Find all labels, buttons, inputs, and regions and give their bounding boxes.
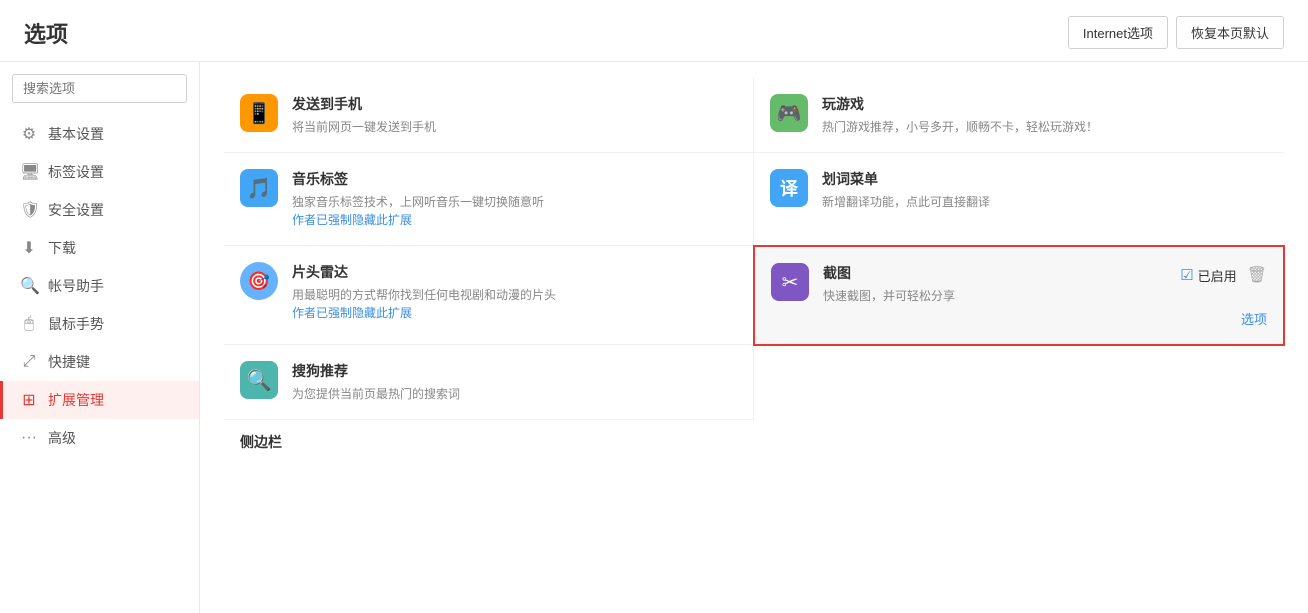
ext-desc: 快速截图，并可轻松分享 <box>823 287 1267 305</box>
ext-name: 搜狗推荐 <box>292 361 737 381</box>
hidden-link[interactable]: 作者已强制隐藏此扩展 <box>292 306 412 320</box>
section-title: 侧边栏 <box>224 420 1284 460</box>
sidebar-item-label: 下载 <box>48 238 76 258</box>
sidebar-item-label: 扩展管理 <box>48 390 104 410</box>
sidebar-item-label: 快捷键 <box>48 352 90 372</box>
extension-grid: 📱 发送到手机 将当前网页一键发送到手机 🎮 玩游戏 热门游戏推荐，小号多开，顺… <box>224 78 1284 420</box>
ext-item-piantou-radar: 🎯 片头雷达 用最聪明的方式帮你找到任何电视剧和动漫的片头 作者已强制隐藏此扩展 <box>224 246 754 345</box>
sidebar-item-label: 鼠标手势 <box>48 314 104 334</box>
enabled-checkbox[interactable]: ☑ 已启用 <box>1180 266 1236 285</box>
download-icon: ⬇ <box>20 238 38 258</box>
ext-info: 划词菜单 新增翻译功能，点此可直接翻译 <box>822 169 1268 211</box>
page-title: 选项 <box>24 17 68 49</box>
screenshot-icon: ✂ <box>771 263 809 301</box>
sidebar-item-basic[interactable]: ⚙ 基本设置 <box>0 115 199 153</box>
more-icon: ··· <box>20 429 38 447</box>
ext-info: 玩游戏 热门游戏推荐，小号多开，顺畅不卡，轻松玩游戏！ <box>822 94 1268 136</box>
ext-desc: 将当前网页一键发送到手机 <box>292 118 737 136</box>
sidebar-item-label: 基本设置 <box>48 124 104 144</box>
sidebar-item-tabs[interactable]: 🖥 标签设置 <box>0 153 199 191</box>
ext-name: 划词菜单 <box>822 169 1268 189</box>
header-buttons: Internet选项 恢复本页默认 <box>1068 16 1284 49</box>
sidebar-item-advanced[interactable]: ··· 高级 <box>0 419 199 457</box>
sidebar: ⚙ 基本设置 🖥 标签设置 🛡 安全设置 ⬇ 下载 🔍 帐号助手 🖱 鼠标手势 … <box>0 62 200 613</box>
ext-info: 发送到手机 将当前网页一键发送到手机 <box>292 94 737 136</box>
sidebar-item-mouse[interactable]: 🖱 鼠标手势 <box>0 305 199 343</box>
check-icon: ☑ <box>1180 266 1193 284</box>
monitor-icon: 🖥 <box>20 162 38 182</box>
translate-icon: 译 <box>770 169 808 207</box>
ext-info: 截图 ☑ 已启用 🗑 快速截图，并可轻松分享 选项 <box>823 263 1267 328</box>
ext-name: 玩游戏 <box>822 94 1268 114</box>
ext-name: 截图 <box>823 263 851 283</box>
sidebar-item-label: 高级 <box>48 428 76 448</box>
sidebar-item-account[interactable]: 🔍 帐号助手 <box>0 267 199 305</box>
ext-info: 片头雷达 用最聪明的方式帮你找到任何电视剧和动漫的片头 作者已强制隐藏此扩展 <box>292 262 737 322</box>
sidebar-item-label: 安全设置 <box>48 200 104 220</box>
ext-item-play-game: 🎮 玩游戏 热门游戏推荐，小号多开，顺畅不卡，轻松玩游戏！ <box>754 78 1284 153</box>
ext-name: 片头雷达 <box>292 262 737 282</box>
internet-options-button[interactable]: Internet选项 <box>1068 16 1168 49</box>
options-link[interactable]: 选项 <box>823 309 1267 328</box>
shield-icon: 🛡 <box>20 200 38 220</box>
main-layout: ⚙ 基本设置 🖥 标签设置 🛡 安全设置 ⬇ 下载 🔍 帐号助手 🖱 鼠标手势 … <box>0 62 1308 613</box>
mouse-icon: 🖱 <box>20 315 38 333</box>
ext-desc: 新增翻译功能，点此可直接翻译 <box>822 193 1268 211</box>
sidebar-item-shortcut[interactable]: ⤢ 快捷键 <box>0 343 199 381</box>
hidden-link[interactable]: 作者已强制隐藏此扩展 <box>292 213 412 227</box>
search-input[interactable] <box>12 74 187 103</box>
gear-icon: ⚙ <box>20 124 38 144</box>
search-icon: 🔍 <box>20 276 38 296</box>
ext-info: 搜狗推荐 为您提供当前页最热门的搜索词 <box>292 361 737 403</box>
restore-defaults-button[interactable]: 恢复本页默认 <box>1176 16 1284 49</box>
music-icon: 🎵 <box>240 169 278 207</box>
search-ext-icon: 🔍 <box>240 361 278 399</box>
header: 选项 Internet选项 恢复本页默认 <box>0 0 1308 62</box>
ext-item-screenshot: ✂ 截图 ☑ 已启用 🗑 快速截图，并可轻松分享 选项 <box>753 245 1285 346</box>
radar-icon: 🎯 <box>240 262 278 300</box>
sidebar-item-security[interactable]: 🛡 安全设置 <box>0 191 199 229</box>
content-area: 📱 发送到手机 将当前网页一键发送到手机 🎮 玩游戏 热门游戏推荐，小号多开，顺… <box>200 62 1308 613</box>
shortcut-icon: ⤢ <box>20 353 38 371</box>
ext-info: 音乐标签 独家音乐标签技术，上网听音乐一键切换随意听 作者已强制隐藏此扩展 <box>292 169 737 229</box>
delete-icon[interactable]: 🗑 <box>1247 265 1267 285</box>
extension-icon: ⊞ <box>20 390 38 410</box>
ext-desc: 为您提供当前页最热门的搜索词 <box>292 385 737 403</box>
send-icon: 📱 <box>240 94 278 132</box>
ext-item-controls: ☑ 已启用 🗑 <box>1180 265 1267 285</box>
ext-item-send-to-phone: 📱 发送到手机 将当前网页一键发送到手机 <box>224 78 754 153</box>
ext-desc: 用最聪明的方式帮你找到任何电视剧和动漫的片头 作者已强制隐藏此扩展 <box>292 286 737 322</box>
ext-item-search-recommend: 🔍 搜狗推荐 为您提供当前页最热门的搜索词 <box>224 345 754 420</box>
ext-desc: 独家音乐标签技术，上网听音乐一键切换随意听 作者已强制隐藏此扩展 <box>292 193 737 229</box>
game-icon: 🎮 <box>770 94 808 132</box>
sidebar-item-label: 标签设置 <box>48 162 104 182</box>
ext-item-word-select: 译 划词菜单 新增翻译功能，点此可直接翻译 <box>754 153 1284 246</box>
search-box <box>12 74 187 103</box>
enabled-label: 已启用 <box>1198 266 1237 285</box>
ext-desc: 热门游戏推荐，小号多开，顺畅不卡，轻松玩游戏！ <box>822 118 1268 136</box>
sidebar-item-download[interactable]: ⬇ 下载 <box>0 229 199 267</box>
ext-item-music-tag: 🎵 音乐标签 独家音乐标签技术，上网听音乐一键切换随意听 作者已强制隐藏此扩展 <box>224 153 754 246</box>
sidebar-item-extension[interactable]: ⊞ 扩展管理 <box>0 381 199 419</box>
ext-name: 音乐标签 <box>292 169 737 189</box>
ext-name: 发送到手机 <box>292 94 737 114</box>
sidebar-item-label: 帐号助手 <box>48 276 104 296</box>
